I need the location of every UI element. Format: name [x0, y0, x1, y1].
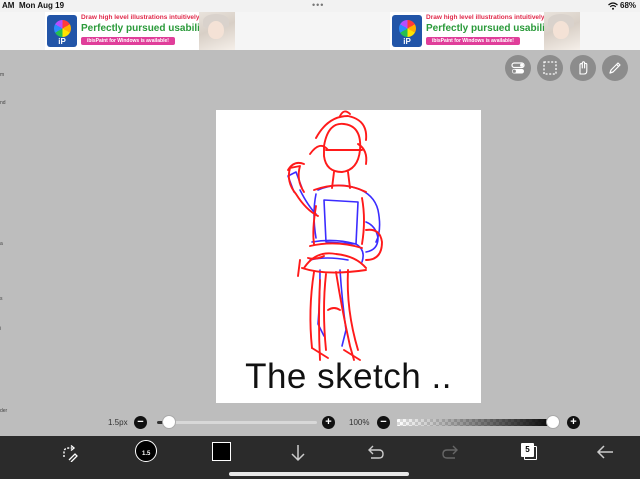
ad-banner: iP Draw high level illustrations intuiti… [0, 12, 640, 50]
toggle-button[interactable] [505, 55, 531, 81]
drawing-canvas[interactable]: The sketch .. [216, 110, 481, 403]
ad-tagline: Perfectly pursued usability! [81, 23, 213, 34]
back-button[interactable] [596, 444, 614, 479]
battery-percentage: 68% [620, 1, 637, 10]
ad-tagline: Perfectly pursued usability! [426, 23, 558, 34]
size-decrease-button[interactable]: − [134, 416, 147, 429]
ad-logo-text: iP [403, 37, 411, 46]
brush-size-label: 1.5px [108, 418, 128, 427]
toggle-icon [511, 62, 525, 74]
color-button[interactable] [212, 442, 231, 461]
edge-label: der [0, 408, 8, 414]
selection-button[interactable] [537, 55, 563, 81]
status-time: AM [2, 1, 15, 10]
brush-size-thumb[interactable] [162, 415, 176, 429]
pen-icon [609, 62, 621, 74]
edge-label: m [0, 72, 5, 78]
edge-label: nd [0, 100, 6, 106]
opacity-thumb[interactable] [546, 415, 560, 429]
home-indicator[interactable] [229, 472, 409, 476]
ad-headline: Draw high level illustrations intuitivel… [426, 14, 547, 21]
pen-button[interactable] [602, 55, 628, 81]
ad-headline: Draw high level illustrations intuitivel… [81, 14, 202, 21]
ad-logo-text: iP [58, 37, 66, 46]
edge-label: i [0, 326, 2, 332]
opacity-label: 100% [349, 418, 370, 427]
edge-label: a [0, 241, 3, 247]
selection-icon [543, 61, 557, 75]
ad-unit-left[interactable]: iP Draw high level illustrations intuiti… [45, 12, 235, 50]
ibispaint-logo: iP [392, 15, 422, 47]
brush-size-indicator: 1.5 [142, 451, 151, 457]
multitasking-dots[interactable]: ••• [312, 0, 324, 10]
hand-icon [579, 61, 588, 75]
color-wheel-icon [399, 20, 416, 37]
ad-illustration [199, 12, 235, 50]
transform-tool-button[interactable] [60, 444, 78, 479]
ibispaint-logo: iP [47, 15, 77, 47]
back-arrow-icon [596, 445, 613, 459]
download-icon [291, 445, 305, 462]
redo-icon [442, 445, 458, 459]
status-bar: AM Mon Aug 19 ••• 68% [0, 0, 640, 12]
ad-cta: ibisPaint for Windows is available! [426, 37, 520, 45]
color-wheel-icon [54, 20, 71, 37]
ad-cta: ibisPaint for Windows is available! [81, 37, 175, 45]
wifi-icon [608, 2, 618, 10]
brush-size-slider[interactable] [157, 421, 317, 424]
ad-unit-right[interactable]: iP Draw high level illustrations intuiti… [390, 12, 580, 50]
layers-button[interactable]: 5 [521, 443, 534, 457]
opacity-increase-button[interactable]: + [567, 416, 580, 429]
canvas-caption-text: The sketch .. [245, 357, 452, 396]
status-date: Mon Aug 19 [19, 1, 65, 10]
hand-button[interactable] [570, 55, 596, 81]
undo-icon [368, 445, 384, 459]
opacity-decrease-button[interactable]: − [377, 416, 390, 429]
transform-tool-icon [63, 444, 78, 462]
redo-button[interactable] [442, 444, 460, 479]
ad-illustration [544, 12, 580, 50]
opacity-slider[interactable] [397, 419, 557, 426]
size-increase-button[interactable]: + [322, 416, 335, 429]
edge-label: s [0, 296, 3, 302]
